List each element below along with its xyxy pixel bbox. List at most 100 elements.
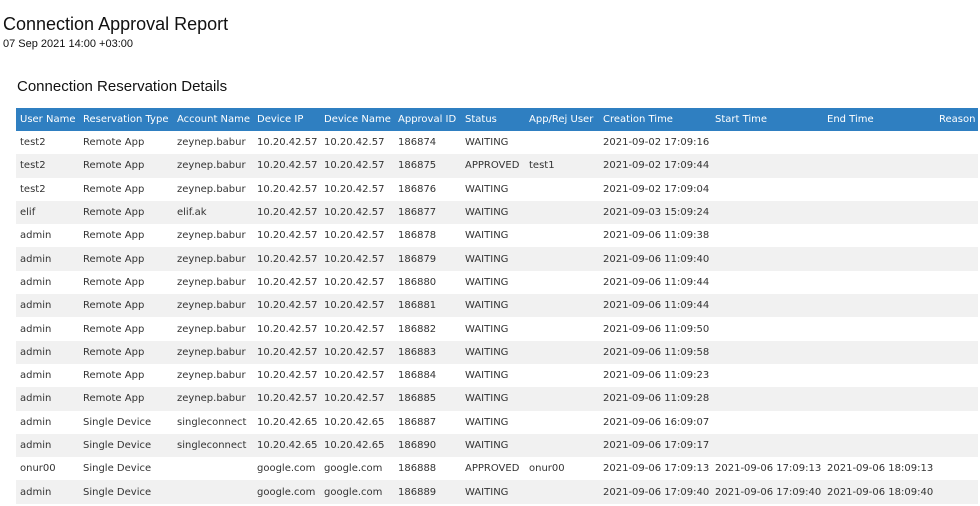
device-name-cell: 10.20.42.57 [320, 224, 394, 248]
user-name-cell: admin [16, 224, 79, 248]
end-time-cell [823, 433, 935, 458]
user-name-cell: onur00 [16, 457, 79, 481]
status-cell: APPROVED [461, 457, 525, 481]
end-time-cell [823, 200, 935, 225]
reason-cell [935, 363, 978, 388]
reservation-type-cell: Remote App [79, 387, 173, 411]
account-name-cell: singleconnect [173, 433, 253, 458]
reservation-type-cell: Remote App [79, 294, 173, 318]
device-name-cell: 10.20.42.57 [320, 270, 394, 295]
end-time-cell [823, 224, 935, 248]
reservation-type-cell: Remote App [79, 200, 173, 225]
device-ip-cell: 10.20.42.57 [253, 224, 320, 248]
reservation-type-cell: Single Device [79, 410, 173, 434]
approval-id-cell: 186875 [394, 154, 461, 178]
section-title: Connection Reservation Details [17, 78, 228, 95]
user-name-cell: admin [16, 363, 79, 388]
device-name-cell: 10.20.42.57 [320, 247, 394, 271]
creation-time-cell: 2021-09-06 11:09:58 [599, 340, 711, 364]
approval-id-cell: 186883 [394, 340, 461, 364]
reason-cell [935, 410, 978, 434]
end-time-cell [823, 131, 935, 155]
start-time-cell [711, 433, 823, 458]
column-header-creation-time: Creation Time [599, 108, 711, 131]
report-date: 07 Sep 2021 14:00 +03:00 [3, 38, 133, 50]
creation-time-cell: 2021-09-06 17:09:17 [599, 433, 711, 458]
reason-cell [935, 224, 978, 248]
column-header-approval-id: Approval ID [394, 108, 461, 131]
column-header-reservation-type: Reservation Type [79, 108, 173, 131]
start-time-cell [711, 270, 823, 295]
user-name-cell: admin [16, 340, 79, 364]
device-ip-cell: 10.20.42.65 [253, 410, 320, 434]
column-header-device-name: Device Name [320, 108, 394, 131]
reservation-type-cell: Remote App [79, 317, 173, 341]
creation-time-cell: 2021-09-06 11:09:28 [599, 387, 711, 411]
table-body: test2 Remote App zeynep.babur 10.20.42.57 10… [16, 131, 978, 504]
column-header-app-rej-user: App/Rej User [525, 108, 599, 131]
device-name-cell: google.com [320, 457, 394, 481]
reason-cell [935, 480, 978, 504]
reservation-type-cell: Remote App [79, 270, 173, 295]
column-header-start-time: Start Time [711, 108, 823, 131]
device-ip-cell: 10.20.42.57 [253, 154, 320, 178]
reservation-type-cell: Remote App [79, 224, 173, 248]
user-name-cell: test2 [16, 131, 79, 155]
app-rej-user-cell [525, 200, 599, 225]
approval-id-cell: 186889 [394, 480, 461, 504]
end-time-cell [823, 340, 935, 364]
account-name-cell: elif.ak [173, 200, 253, 225]
user-name-cell: test2 [16, 177, 79, 201]
account-name-cell [173, 480, 253, 504]
end-time-cell [823, 154, 935, 178]
device-name-cell: 10.20.42.65 [320, 410, 394, 434]
end-time-cell [823, 294, 935, 318]
creation-time-cell: 2021-09-06 11:09:23 [599, 363, 711, 388]
account-name-cell: singleconnect [173, 410, 253, 434]
start-time-cell [711, 410, 823, 434]
end-time-cell [823, 363, 935, 388]
account-name-cell: zeynep.babur [173, 224, 253, 248]
device-name-cell: 10.20.42.57 [320, 154, 394, 178]
device-ip-cell: 10.20.42.57 [253, 294, 320, 318]
reason-cell [935, 177, 978, 201]
device-ip-cell: 10.20.42.65 [253, 433, 320, 458]
end-time-cell [823, 177, 935, 201]
account-name-cell: zeynep.babur [173, 270, 253, 295]
status-cell: WAITING [461, 177, 525, 201]
user-name-cell: admin [16, 387, 79, 411]
creation-time-cell: 2021-09-06 11:09:40 [599, 247, 711, 271]
reason-cell [935, 200, 978, 225]
device-name-cell: 10.20.42.57 [320, 131, 394, 155]
creation-time-cell: 2021-09-06 11:09:44 [599, 270, 711, 295]
status-cell: WAITING [461, 433, 525, 458]
table-header-row: User Name Reservation Type Account Name … [16, 108, 978, 131]
user-name-cell: elif [16, 200, 79, 225]
device-ip-cell: 10.20.42.57 [253, 317, 320, 341]
reason-cell [935, 317, 978, 341]
reason-cell [935, 294, 978, 318]
user-name-cell: admin [16, 247, 79, 271]
reservation-type-cell: Remote App [79, 154, 173, 178]
device-name-cell: 10.20.42.57 [320, 200, 394, 225]
device-name-cell: 10.20.42.65 [320, 433, 394, 458]
end-time-cell [823, 317, 935, 341]
device-name-cell: 10.20.42.57 [320, 387, 394, 411]
reason-cell [935, 154, 978, 178]
start-time-cell [711, 131, 823, 155]
column-header-account-name: Account Name [173, 108, 253, 131]
app-rej-user-cell [525, 363, 599, 388]
table-row: admin Remote App zeynep.babur 10.20.42.57 10… [16, 224, 978, 248]
table-row: admin Remote App zeynep.babur 10.20.42.57 10… [16, 247, 978, 271]
status-cell: WAITING [461, 410, 525, 434]
status-cell: WAITING [461, 247, 525, 271]
table-row: admin Remote App zeynep.babur 10.20.42.57 10… [16, 294, 978, 318]
account-name-cell: zeynep.babur [173, 340, 253, 364]
start-time-cell [711, 294, 823, 318]
reservation-type-cell: Remote App [79, 177, 173, 201]
status-cell: WAITING [461, 294, 525, 318]
reservation-type-cell: Remote App [79, 131, 173, 155]
app-rej-user-cell [525, 317, 599, 341]
user-name-cell: test2 [16, 154, 79, 178]
reason-cell [935, 433, 978, 458]
